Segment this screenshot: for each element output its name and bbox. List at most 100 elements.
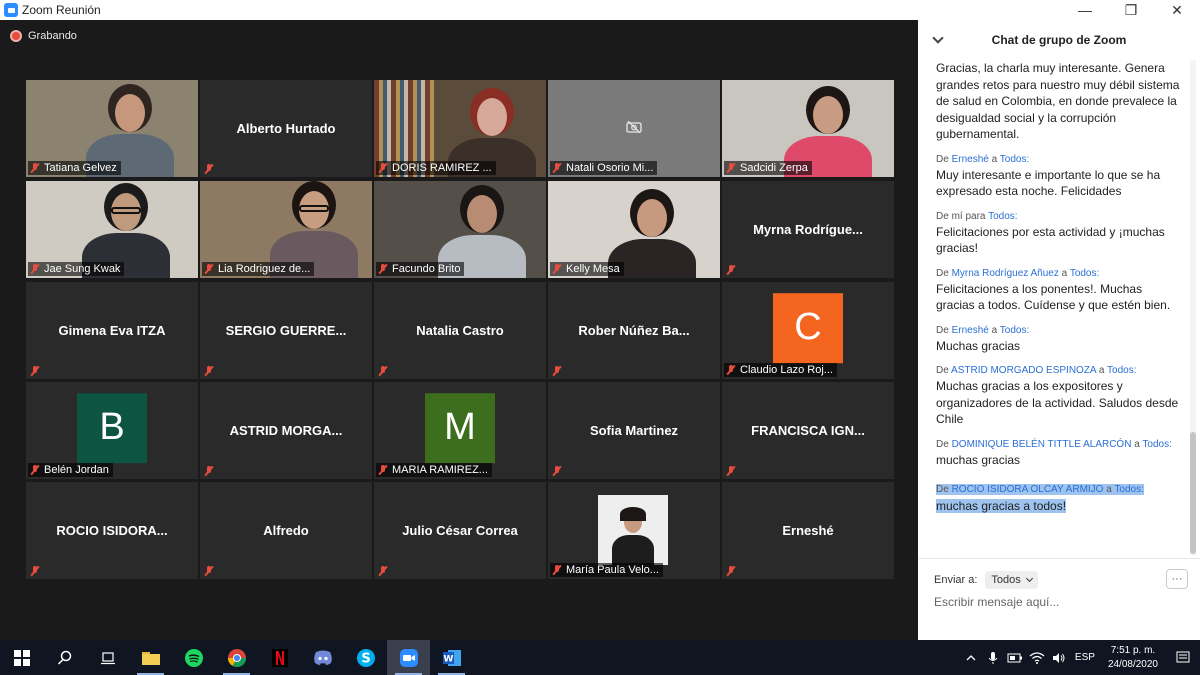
participant-name-label: Natali Osorio Mi... xyxy=(550,161,658,175)
participant-tile[interactable]: Alberto Hurtado xyxy=(200,80,372,177)
microphone-icon[interactable] xyxy=(982,640,1004,675)
spotify-icon[interactable] xyxy=(172,640,215,675)
participant-name: María Paula Velo... xyxy=(566,564,659,576)
wifi-icon[interactable] xyxy=(1026,640,1048,675)
chat-message: De mí para Todos: Felicitaciones por esta… xyxy=(936,211,1182,257)
mic-muted-icon xyxy=(726,566,736,576)
file-explorer-icon[interactable] xyxy=(129,640,172,675)
title-bar: Zoom Reunión — ❐ ✕ xyxy=(0,0,1200,20)
participant-display-name: Erneshé xyxy=(782,523,834,538)
participant-name-label: Tatiana Gelvez xyxy=(28,161,121,175)
participant-tile[interactable]: ASTRID MORGA... xyxy=(200,382,372,479)
record-icon xyxy=(10,30,22,42)
avatar: C xyxy=(773,292,843,363)
participant-tile[interactable]: Alfredo xyxy=(200,482,372,579)
clock[interactable]: 7:51 p. m. 24/08/2020 xyxy=(1100,644,1166,672)
participant-name-label: Belén Jordan xyxy=(28,463,113,477)
chevron-up-icon[interactable] xyxy=(960,640,982,675)
chat-recipient[interactable]: Todos: xyxy=(1107,365,1136,376)
participant-tile[interactable]: Myrna Rodrígue... xyxy=(722,181,894,278)
maximize-button[interactable]: ❐ xyxy=(1108,0,1154,20)
chat-message-header: De Erneshé a Todos: xyxy=(936,325,1182,336)
participant-name-label: Claudio Lazo Roj... xyxy=(724,363,837,377)
participant-tile[interactable]: B Belén Jordan xyxy=(26,382,198,479)
chat-sender[interactable]: Myrna Rodríguez Añuez xyxy=(952,268,1059,279)
minimize-button[interactable]: — xyxy=(1062,0,1108,20)
netflix-icon[interactable] xyxy=(258,640,301,675)
notifications-icon[interactable] xyxy=(1166,640,1200,675)
chat-sender[interactable]: Erneshé xyxy=(952,154,989,165)
participant-tile[interactable]: DORIS RAMIREZ ... xyxy=(374,80,546,177)
chat-sender[interactable]: mí xyxy=(952,211,963,222)
participant-tile[interactable]: SERGIO GUERRE... xyxy=(200,282,372,379)
participant-tile[interactable]: Kelly Mesa xyxy=(548,181,720,278)
participant-name-label xyxy=(202,365,222,377)
word-icon[interactable]: W xyxy=(430,640,473,675)
participant-tile[interactable]: Rober Núñez Ba... xyxy=(548,282,720,379)
participant-name: Jae Sung Kwak xyxy=(44,263,121,275)
chat-recipient[interactable]: Todos: xyxy=(988,211,1017,222)
chat-recipient[interactable]: Todos: xyxy=(1070,268,1099,279)
search-icon[interactable] xyxy=(43,640,86,675)
participant-tile[interactable]: Jae Sung Kwak xyxy=(26,181,198,278)
participant-tile[interactable]: ROCIO ISIDORA... xyxy=(26,482,198,579)
mic-muted-icon xyxy=(726,365,736,375)
participant-tile[interactable]: María Paula Velo... xyxy=(548,482,720,579)
participant-tile[interactable]: Julio César Correa xyxy=(374,482,546,579)
chrome-icon[interactable] xyxy=(215,640,258,675)
participant-tile[interactable]: Tatiana Gelvez xyxy=(26,80,198,177)
chat-sender[interactable]: Erneshé xyxy=(952,325,989,336)
volume-icon[interactable] xyxy=(1048,640,1070,675)
close-button[interactable]: ✕ xyxy=(1154,0,1200,20)
chat-scrollbar-thumb[interactable] xyxy=(1190,432,1196,554)
participant-tile[interactable]: Natalia Castro xyxy=(374,282,546,379)
mic-muted-icon xyxy=(204,366,214,376)
windows-start-icon[interactable] xyxy=(0,640,43,675)
participant-name: DORIS RAMIREZ ... xyxy=(392,162,492,174)
participant-tile[interactable]: Sofia Martinez xyxy=(548,382,720,479)
participant-name-label xyxy=(202,465,222,477)
mic-muted-icon xyxy=(204,164,214,174)
chat-sender[interactable]: DOMINIQUE BELÉN TITTLE ALARCÓN xyxy=(952,439,1132,450)
participant-tile[interactable]: C Claudio Lazo Roj... xyxy=(722,282,894,379)
task-view-icon[interactable] xyxy=(86,640,129,675)
chat-message: De ASTRID MORGADO ESPINOZA a Todos: Mucha… xyxy=(936,365,1182,428)
chat-message-text: Muchas gracias a los expositores y organ… xyxy=(936,379,1179,426)
participant-tile[interactable]: FRANCISCA IGN... xyxy=(722,382,894,479)
language-indicator[interactable]: ESP xyxy=(1070,640,1100,675)
participant-display-name: FRANCISCA IGN... xyxy=(751,423,865,438)
battery-icon[interactable] xyxy=(1004,640,1026,675)
chat-recipient[interactable]: Todos: xyxy=(1142,439,1171,450)
chat-recipient[interactable]: Todos: xyxy=(1000,154,1029,165)
more-options-button[interactable]: ··· xyxy=(1166,569,1188,589)
zoom-taskbar-icon[interactable] xyxy=(387,640,430,675)
participant-display-name: Alfredo xyxy=(263,523,309,538)
chat-message: De Erneshé a Todos: Muy interesante e imp… xyxy=(936,154,1182,200)
participant-display-name: Natalia Castro xyxy=(416,323,504,338)
participant-name: Sadcidi Zerpa xyxy=(740,162,808,174)
chat-sender[interactable]: ASTRID MORGADO ESPINOZA xyxy=(951,365,1096,376)
clock-time: 7:51 p. m. xyxy=(1110,644,1156,656)
participant-tile[interactable]: Facundo Brito xyxy=(374,181,546,278)
participant-tile[interactable]: Natali Osorio Mi... xyxy=(548,80,720,177)
participant-tile[interactable]: Lia Rodriguez de... xyxy=(200,181,372,278)
participant-tile[interactable]: Erneshé xyxy=(722,482,894,579)
participant-name-label: Jae Sung Kwak xyxy=(28,262,125,276)
chat-recipient[interactable]: Todos: xyxy=(1114,484,1143,495)
chat-to-word: a xyxy=(1098,365,1105,376)
chat-sender[interactable]: ROCIO ISIDORA OLCAY ARMIJO xyxy=(952,484,1104,495)
participant-tile[interactable]: M MARIA RAMIREZ... xyxy=(374,382,546,479)
recording-indicator[interactable]: Grabando xyxy=(10,30,77,42)
participant-tile[interactable]: Sadcidi Zerpa xyxy=(722,80,894,177)
taskbar: S W ESP 7:51 p. m. 24/08/2020 xyxy=(0,640,1200,675)
chat-message: De Myrna Rodríguez Añuez a Todos: Felicit… xyxy=(936,268,1182,314)
message-input[interactable] xyxy=(934,595,1184,609)
svg-text:W: W xyxy=(443,654,453,664)
participant-tile[interactable]: Gimena Eva ITZA xyxy=(26,282,198,379)
chat-recipient[interactable]: Todos: xyxy=(1000,325,1029,336)
send-to-select[interactable]: Todos xyxy=(985,571,1038,589)
chat-messages[interactable]: Gracias, la charla muy interesante. Gene… xyxy=(918,60,1188,552)
send-to-value: Todos xyxy=(991,574,1021,586)
discord-icon[interactable] xyxy=(301,640,344,675)
skype-icon[interactable]: S xyxy=(344,640,387,675)
